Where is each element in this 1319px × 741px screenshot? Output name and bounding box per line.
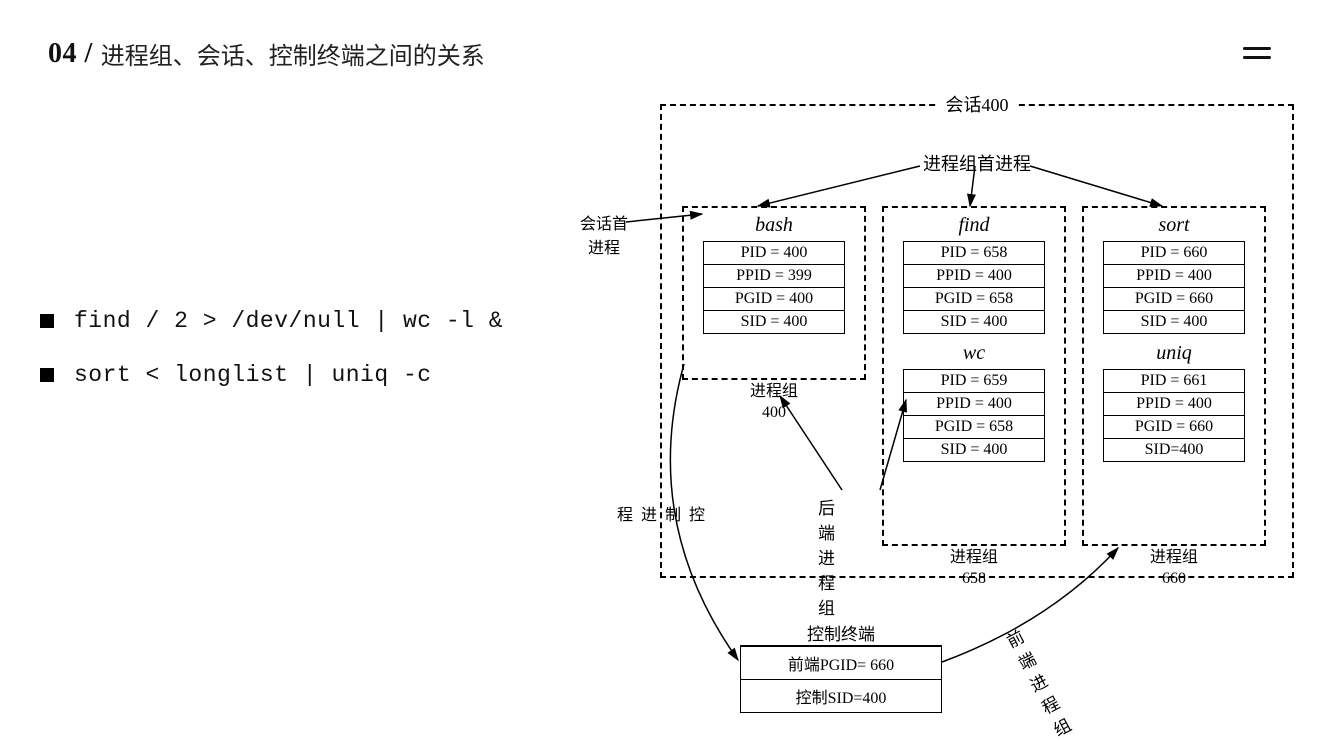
command-item: sort < longlist | uniq -c	[40, 362, 503, 388]
sid-cell: SID = 400	[904, 438, 1044, 461]
process-group-caption: 进程组 658	[950, 548, 998, 590]
ppid-cell: PPID = 399	[704, 264, 844, 287]
pid-cell: PID = 661	[1104, 370, 1244, 392]
process-name: sort	[1084, 214, 1264, 237]
terminal-pgid-row: 前端PGID= 660	[741, 646, 941, 679]
sid-cell: SID = 400	[1104, 310, 1244, 333]
process-name: wc	[884, 342, 1064, 365]
sid-cell: SID=400	[1104, 438, 1244, 461]
process-group-box: find PID = 658 PPID = 400 PGID = 658 SID…	[882, 206, 1066, 546]
pid-cell: PID = 400	[704, 242, 844, 264]
process-name: find	[884, 214, 1064, 237]
pid-cell: PID = 658	[904, 242, 1044, 264]
process-group-box: bash PID = 400 PPID = 399 PGID = 400 SID…	[682, 206, 866, 380]
process-table: PID = 400 PPID = 399 PGID = 400 SID = 40…	[703, 241, 845, 334]
pid-cell: PID = 659	[904, 370, 1044, 392]
command-item: find / 2 > /dev/null | wc -l &	[40, 308, 503, 334]
process-table: PID = 659 PPID = 400 PGID = 658 SID = 40…	[903, 369, 1045, 462]
command-text: sort < longlist | uniq -c	[74, 362, 432, 388]
ppid-cell: PPID = 400	[1104, 392, 1244, 415]
controlling-terminal-box: 控制终端 前端PGID= 660 控制SID=400	[740, 645, 942, 713]
sid-cell: SID = 400	[904, 310, 1044, 333]
pg-leader-label: 进程组首进程	[923, 150, 1031, 176]
process-table: PID = 661 PPID = 400 PGID = 660 SID=400	[1103, 369, 1245, 462]
session-label: 会话400	[938, 91, 1017, 117]
slide-header: 04 / 进程组、会话、控制终端之间的关系	[48, 36, 1271, 71]
pgid-cell: PGID = 658	[904, 415, 1044, 438]
slide-title: 进程组、会话、控制终端之间的关系	[101, 36, 485, 71]
background-group-label: 后端进程组	[818, 494, 835, 619]
pgid-cell: PGID = 400	[704, 287, 844, 310]
process-group-caption: 进程组 660	[1150, 548, 1198, 590]
bullet-icon	[40, 368, 54, 382]
command-text: find / 2 > /dev/null | wc -l &	[74, 308, 503, 334]
process-name: uniq	[1084, 342, 1264, 365]
process-table: PID = 658 PPID = 400 PGID = 658 SID = 40…	[903, 241, 1045, 334]
bullet-icon	[40, 314, 54, 328]
chapter-number: 04 /	[48, 38, 93, 70]
pgid-cell: PGID = 658	[904, 287, 1044, 310]
foreground-group-label: 前端进程组	[1001, 623, 1075, 741]
sid-cell: SID = 400	[704, 310, 844, 333]
process-group-box: sort PID = 660 PPID = 400 PGID = 660 SID…	[1082, 206, 1266, 546]
ppid-cell: PPID = 400	[904, 392, 1044, 415]
terminal-title: 控制终端	[807, 620, 875, 645]
process-group-caption: 进程组 400	[750, 382, 798, 424]
pgid-cell: PGID = 660	[1104, 415, 1244, 438]
ppid-cell: PPID = 400	[904, 264, 1044, 287]
process-name: bash	[684, 214, 864, 237]
process-table: PID = 660 PPID = 400 PGID = 660 SID = 40…	[1103, 241, 1245, 334]
ppid-cell: PPID = 400	[1104, 264, 1244, 287]
pgid-cell: PGID = 660	[1104, 287, 1244, 310]
terminal-sid-row: 控制SID=400	[741, 679, 941, 712]
command-list: find / 2 > /dev/null | wc -l & sort < lo…	[40, 308, 503, 416]
menu-icon[interactable]	[1243, 47, 1271, 61]
session-leader-label: 会话首 进程	[580, 210, 628, 258]
session-box: 会话400 进程组首进程 bash PID = 400 PPID = 399 P…	[660, 104, 1294, 578]
pid-cell: PID = 660	[1104, 242, 1244, 264]
